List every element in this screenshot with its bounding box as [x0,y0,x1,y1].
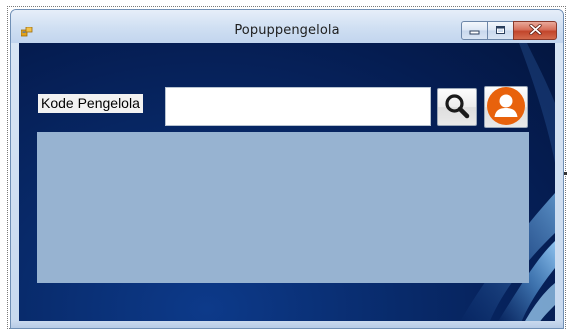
close-icon [528,23,542,38]
screen: Popuppengelola Kode Pengelola [0,0,568,331]
maximize-button[interactable] [487,21,514,40]
title-bar[interactable]: Popuppengelola [11,10,563,43]
user-button[interactable] [484,86,528,128]
caption-buttons [461,21,557,41]
close-button[interactable] [513,21,557,40]
pengelola-data-grid[interactable] [37,132,529,283]
search-button[interactable] [437,88,477,126]
user-icon [486,86,526,129]
minimize-button[interactable] [461,21,488,40]
resize-handle-dot [564,172,567,175]
search-icon [443,92,471,123]
popup-window: Popuppengelola Kode Pengelola [10,9,564,329]
maximize-icon [495,23,506,38]
form-client-area: Kode Pengelola [19,43,555,323]
window-bottom-border [11,321,563,328]
minimize-icon [469,23,480,38]
kode-pengelola-label: Kode Pengelola [38,94,143,113]
kode-pengelola-input[interactable] [165,87,431,126]
